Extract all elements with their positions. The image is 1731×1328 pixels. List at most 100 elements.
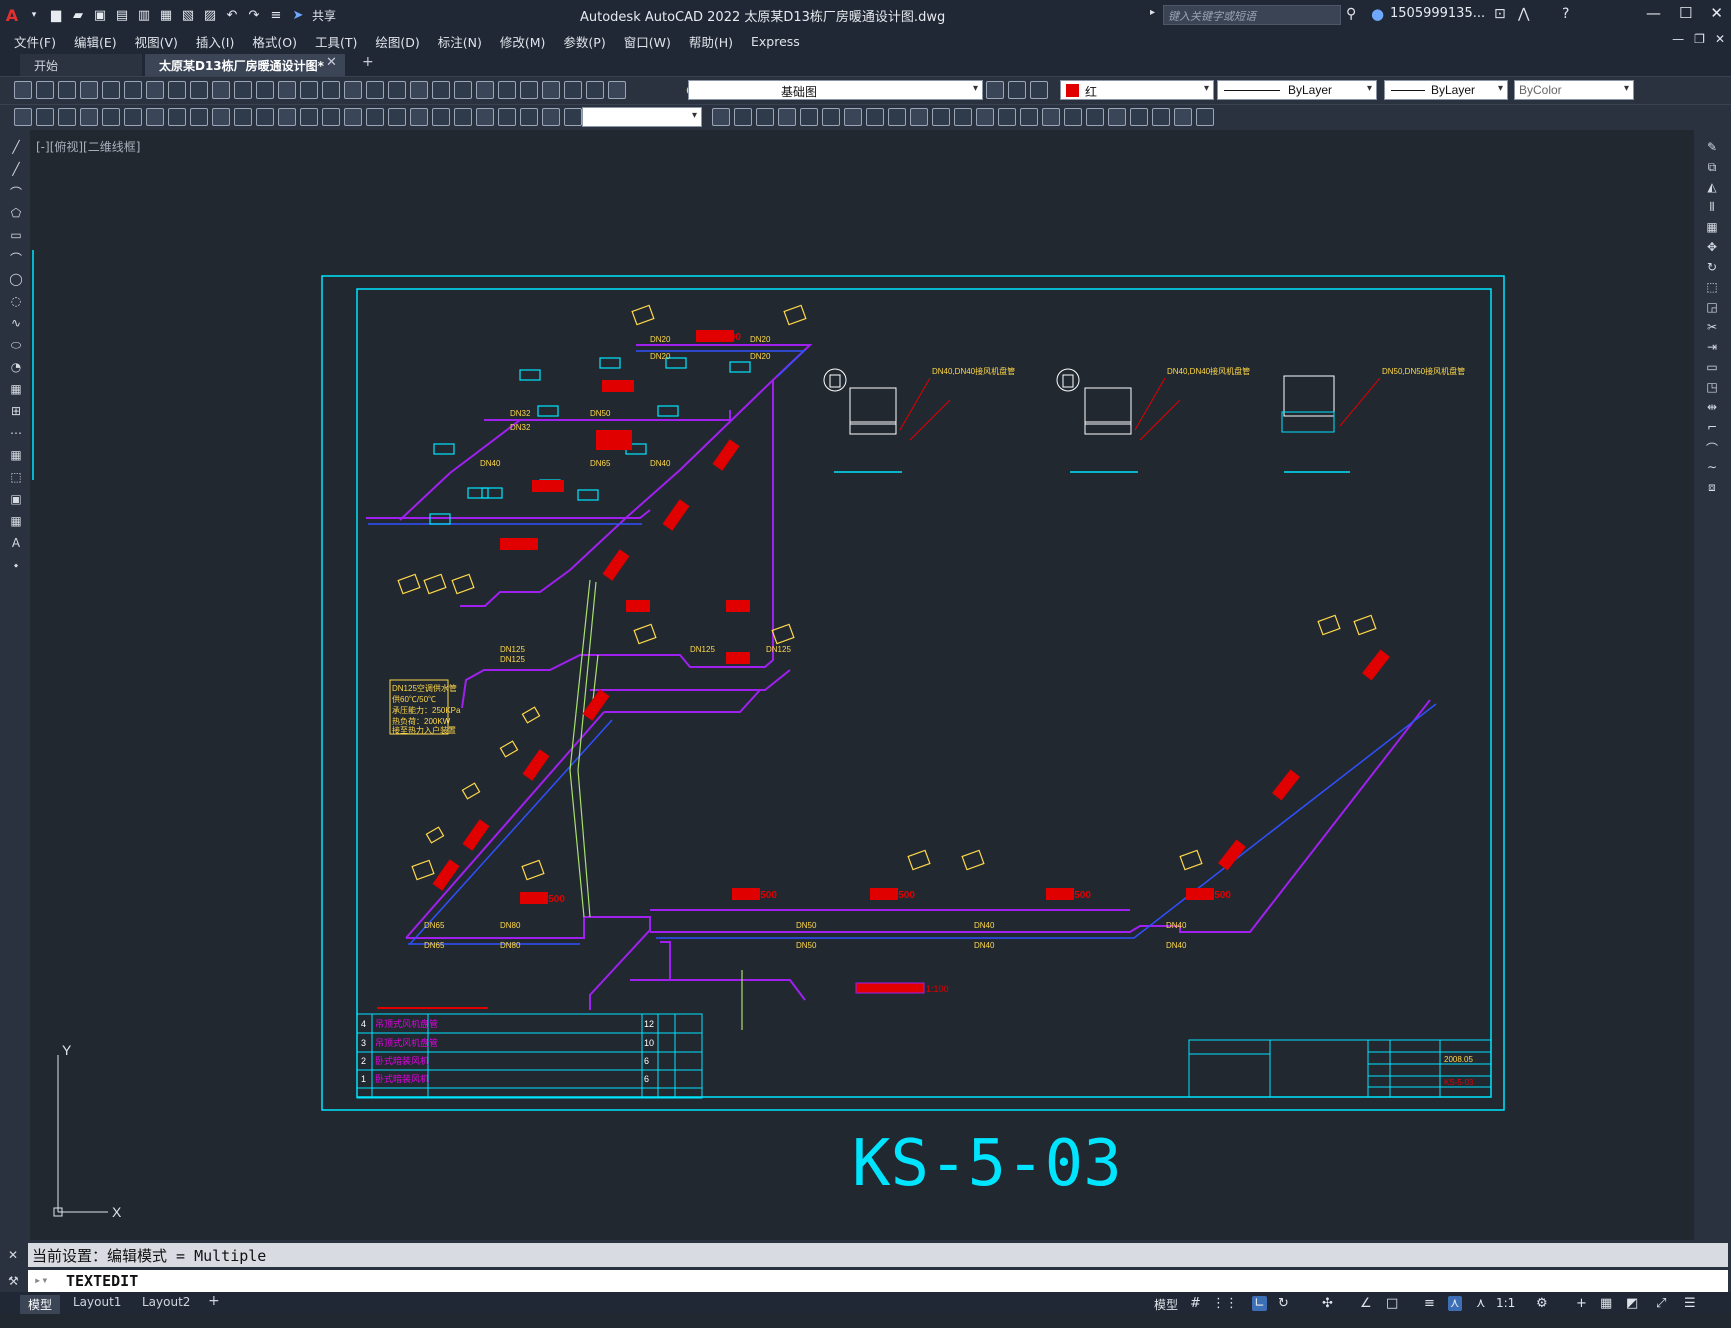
menu-draw[interactable]: 绘图(D)	[375, 32, 419, 51]
doc-restore-icon[interactable]: ❐	[1694, 32, 1705, 46]
redo-icon[interactable]	[586, 81, 604, 99]
wrench-icon[interactable]: ⚒	[8, 1274, 19, 1288]
redo-icon[interactable]	[234, 81, 252, 99]
doc-minimize-icon[interactable]: —	[1672, 32, 1684, 46]
move-icon[interactable]: ✥	[1704, 240, 1720, 254]
match-layer-icon[interactable]	[1008, 81, 1026, 99]
tolerance-icon[interactable]	[476, 108, 494, 126]
help-icon[interactable]	[344, 81, 362, 99]
cut-icon[interactable]	[124, 81, 142, 99]
copy-icon[interactable]: ⧉	[1704, 160, 1720, 174]
cart-icon[interactable]: ⊡	[1494, 6, 1506, 22]
redo-icon[interactable]: ↷	[246, 7, 262, 23]
continue-icon[interactable]	[190, 108, 208, 126]
selection-cycling-icon[interactable]: □	[1386, 1296, 1398, 1311]
draw-order-icon[interactable]	[932, 108, 950, 126]
copy-icon[interactable]	[146, 81, 164, 99]
undo-icon[interactable]	[564, 81, 582, 99]
draw-order-icon[interactable]	[822, 108, 840, 126]
zoom-icon[interactable]	[278, 81, 296, 99]
web-save-icon[interactable]: ▦	[158, 7, 174, 23]
multileader-icon[interactable]	[1108, 108, 1126, 126]
insert-block-icon[interactable]: ▦	[8, 382, 24, 396]
stretch-icon[interactable]: ◲	[1704, 300, 1720, 314]
tab-document[interactable]: 太原某D13栋厂房暖通设计图*	[145, 54, 345, 76]
array-icon[interactable]: ▦	[1704, 220, 1720, 234]
scale-icon[interactable]: ⬚	[1704, 280, 1720, 294]
open-folder-icon[interactable]: ▰	[70, 7, 86, 23]
menu-view[interactable]: 视图(V)	[135, 32, 178, 51]
calculator-icon[interactable]	[322, 81, 340, 99]
table-icon[interactable]: ▦	[8, 514, 24, 528]
table-icon[interactable]	[756, 108, 774, 126]
print-icon[interactable]	[432, 81, 450, 99]
table-icon[interactable]	[1196, 108, 1214, 126]
menu-help[interactable]: 帮助(H)	[689, 32, 733, 51]
osnap-icon[interactable]: ✣	[1322, 1296, 1333, 1311]
menu-format[interactable]: 格式(O)	[252, 32, 297, 51]
offset-icon[interactable]: ⫴	[1704, 200, 1720, 214]
menu-express[interactable]: Express	[751, 34, 800, 49]
rotate-icon[interactable]: ↻	[1704, 260, 1720, 274]
add-layout-icon[interactable]: +	[208, 1293, 220, 1309]
diameter-icon[interactable]	[388, 108, 406, 126]
make-block-icon[interactable]: ⊞	[8, 404, 24, 418]
radius-icon[interactable]	[102, 108, 120, 126]
text-style-icon[interactable]	[1174, 108, 1192, 126]
ortho-icon[interactable]: ∟	[1252, 1296, 1267, 1311]
web-open-icon[interactable]: ▥	[136, 7, 152, 23]
snap-icon[interactable]: ⋮⋮	[1212, 1296, 1238, 1311]
rectangle-icon[interactable]: ▭	[8, 228, 24, 242]
model-space-label[interactable]: 模型	[1154, 1296, 1178, 1313]
center-mark-icon[interactable]	[498, 108, 516, 126]
help-icon[interactable]: ?	[1562, 6, 1569, 22]
arc-length-icon[interactable]	[322, 108, 340, 126]
save-icon[interactable]	[58, 81, 76, 99]
new-tab-icon[interactable]: +	[362, 54, 374, 70]
spline-icon[interactable]: ∿	[8, 316, 24, 330]
multileader-icon[interactable]	[998, 108, 1016, 126]
user-icon[interactable]: ●	[1371, 5, 1384, 23]
pan-icon[interactable]	[608, 81, 626, 99]
new-icon[interactable]	[366, 81, 384, 99]
tab-layout1[interactable]: Layout1	[73, 1295, 121, 1309]
undo-icon[interactable]	[212, 81, 230, 99]
tolerance-icon[interactable]	[212, 108, 230, 126]
continue-icon[interactable]	[454, 108, 472, 126]
extend-icon[interactable]: ⇥	[1704, 340, 1720, 354]
polygon-icon[interactable]: ⬠	[8, 206, 24, 220]
annotation-visibility-icon[interactable]: ⋏	[1448, 1296, 1462, 1311]
baseline-icon[interactable]	[432, 108, 450, 126]
search-icon[interactable]: ⚲	[1346, 6, 1356, 22]
ellipse-arc-icon[interactable]: ◔	[8, 360, 24, 374]
explode-icon[interactable]: ⧈	[1704, 480, 1720, 494]
print-icon[interactable]: ▨	[202, 7, 218, 23]
multileader-icon[interactable]	[778, 108, 796, 126]
paste-icon[interactable]	[520, 81, 538, 99]
user-name[interactable]: 1505999135...	[1390, 6, 1485, 21]
plot-icon[interactable]: ▧	[180, 7, 196, 23]
lineweight-dropdown[interactable]: ByLayer ▾	[1384, 80, 1508, 100]
close-icon[interactable]: ✕	[8, 1248, 18, 1262]
color-dropdown[interactable]: 红 ▾	[1060, 80, 1214, 100]
chevron-right-icon[interactable]: ▸	[1150, 7, 1155, 18]
annotation-scale-auto-icon[interactable]: ⋏	[1476, 1296, 1486, 1311]
revision-cloud-icon[interactable]: ◌	[8, 294, 24, 308]
chamfer-icon[interactable]: ⌐	[1704, 420, 1720, 434]
center-mark-icon[interactable]	[234, 108, 252, 126]
new-icon[interactable]	[14, 81, 32, 99]
gradient-icon[interactable]: ⬚	[8, 470, 24, 484]
ordinate-icon[interactable]	[80, 108, 98, 126]
search-input[interactable]: 键入关键字或短语	[1163, 5, 1341, 25]
text-style-icon[interactable]	[954, 108, 972, 126]
point-icon[interactable]: ⋯	[8, 426, 24, 440]
ellipse-icon[interactable]: ⬭	[8, 338, 24, 352]
tab-model-layout[interactable]: 模型	[20, 1295, 61, 1314]
region-icon[interactable]: ▣	[8, 492, 24, 506]
diameter-icon[interactable]	[124, 108, 142, 126]
properties-icon[interactable]	[300, 81, 318, 99]
aligned-dimension-icon[interactable]	[564, 108, 582, 126]
save-icon[interactable]	[410, 81, 428, 99]
open-icon[interactable]	[36, 81, 54, 99]
mtext-icon[interactable]: A	[8, 536, 24, 550]
